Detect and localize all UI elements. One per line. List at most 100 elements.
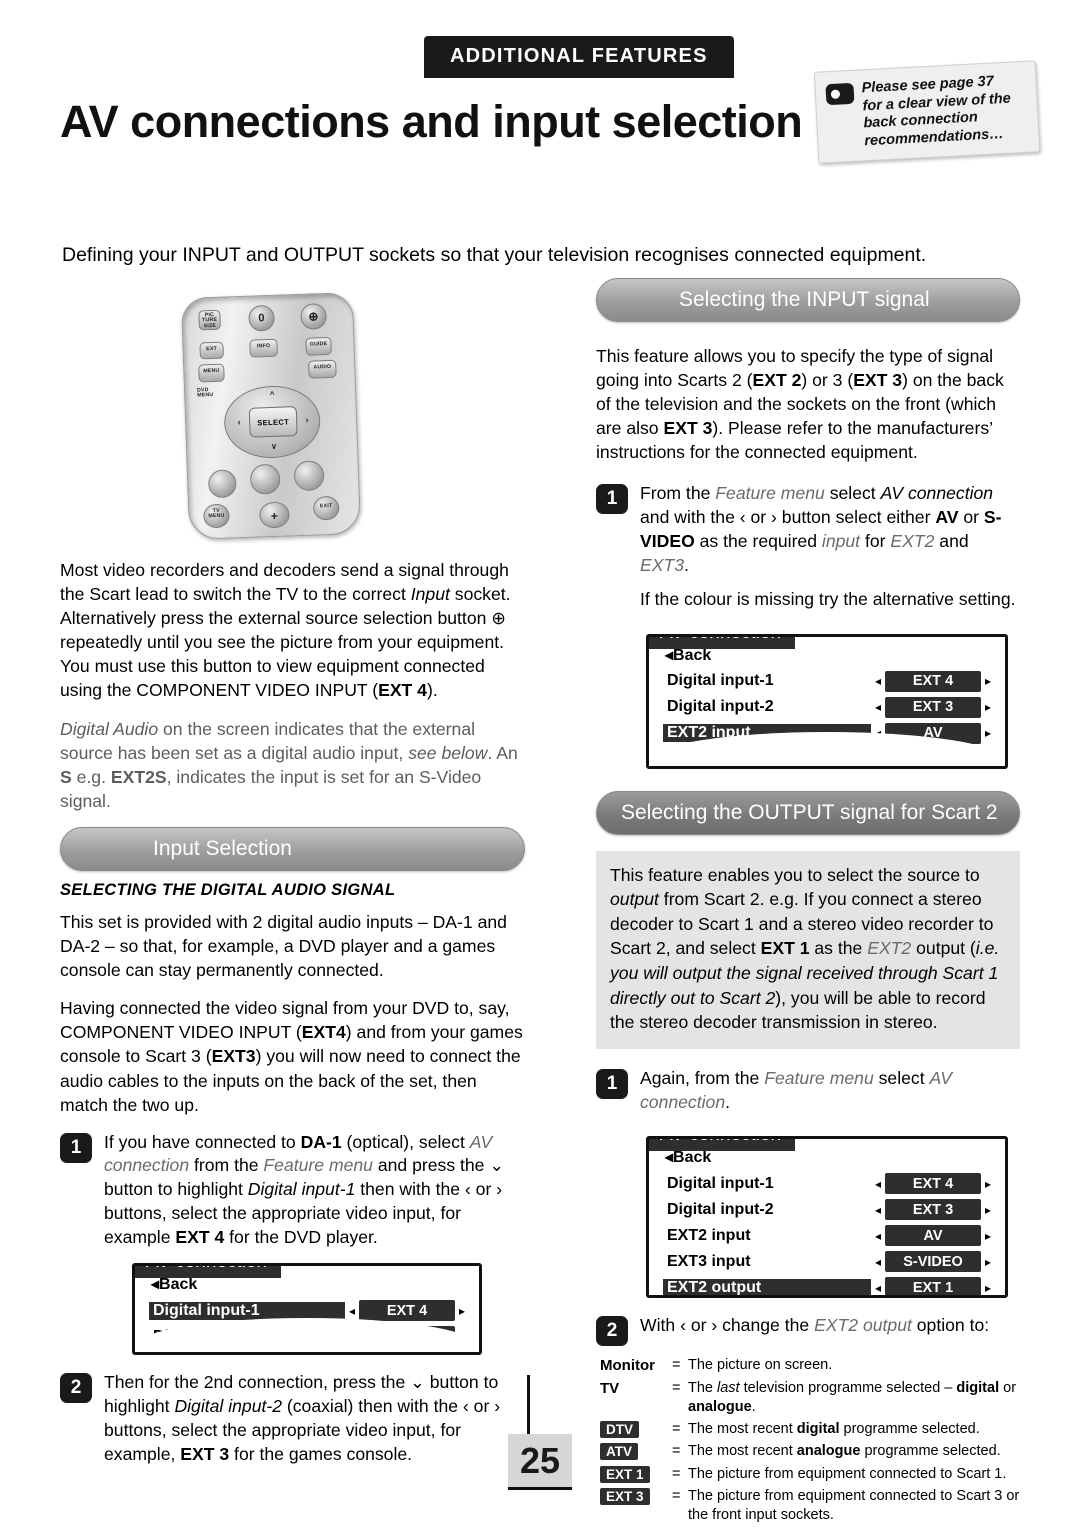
right-arrow-icon[interactable]: ▸ [981,1229,995,1243]
left-paragraph-2: Digital Audio on the screen indicates th… [60,718,518,811]
remote-label-picture-size: PIC TURE SIZE [202,311,218,330]
right-arrow-icon[interactable]: ▸ [455,1304,469,1318]
osd-menu-output-row-2[interactable]: EXT2 input ◂ AV ▸ [663,1224,995,1247]
left-arrow-icon[interactable]: ◂ [871,1281,885,1295]
option-name-1: TV [600,1379,620,1397]
osd-menu-output-row-0-label: Digital input-1 [667,1174,774,1192]
osd-menu-left-row-0[interactable]: Digital input-1 ◂ EXT 4 ▸ [149,1299,469,1322]
table-row: EXT 3 = The picture from equipment conne… [600,1487,1020,1525]
remote-label-zero: 0 [258,312,265,325]
right-arrow-icon[interactable]: ▸ [981,674,995,688]
right-arrow-icon[interactable]: ▸ [981,1203,995,1217]
left-arrow-icon[interactable]: ◂ [871,700,885,714]
left-paragraph-4: Having connected the video signal from y… [60,998,523,1115]
section-header-input-signal: Selecting the INPUT signal [596,278,1020,322]
equals-sign: = [672,1420,681,1437]
remote-button-r1 [207,469,237,499]
remote-label-plus: + [270,508,279,524]
left-arrow-icon[interactable]: ◂ [871,1229,885,1243]
remote-button-select: SELECT [248,406,298,438]
remote-label-info: INFO [256,342,271,350]
right-note-1: If the colour is missing try the alterna… [640,589,1016,610]
left-arrow-icon[interactable]: ◂ [345,1304,359,1318]
osd-menu-input-row-0-value: EXT 4 [885,670,981,692]
osd-menu-input: AV connection ◂Back Digital input-1 ◂ EX… [646,633,1008,769]
section-header-output-signal: Selecting the OUTPUT signal for Scart 2 [596,790,1020,835]
left-step-1-number: 1 [60,1132,92,1163]
left-arrow-icon[interactable]: ◂ [871,1255,885,1269]
right-arrow-icon[interactable]: ▸ [981,1281,995,1295]
option-desc-5: The picture from equipment connected to … [688,1488,1020,1523]
osd-menu-input-row-1[interactable]: Digital input-2 ◂ EXT 3 ▸ [663,696,995,719]
left-paragraph-3: This set is provided with 2 digital audi… [60,911,507,981]
right-step-3-number: 2 [596,1316,628,1347]
osd-menu-output-row-4[interactable]: EXT2 output ◂ EXT 1 ▸ [663,1276,995,1296]
remote-icon-source: ⊕ [308,309,319,324]
remote-body: PIC TURE SIZE 0 ⊕ EXT INFO GUIDE MENU AUDI… [180,292,362,540]
osd-menu-output-row-0[interactable]: Digital input-1 ◂ EXT 4 ▸ [663,1172,995,1195]
osd-menu-input-row-0[interactable]: Digital input-1 ◂ EXT 4 ▸ [663,670,995,693]
left-step-2-text: Then for the 2nd connection, press the ⌄… [104,1372,501,1464]
left-arrow-icon[interactable]: ◂ [871,1203,885,1217]
right-paragraph-1: This feature allows you to specify the t… [596,346,1004,463]
left-arrow-icon[interactable]: ◂ [871,1177,885,1191]
osd-menu-left-row-0-value: EXT 4 [359,1300,455,1322]
osd-menu-output-row-2-value: AV [885,1225,981,1247]
option-name-3: ATV [600,1442,672,1462]
equals-sign: = [672,1465,681,1482]
right-arrow-icon[interactable]: ▸ [981,1255,995,1269]
left-arrow-icon[interactable]: ◂ [871,674,885,688]
remote-control-illustration: PIC TURE SIZE 0 ⊕ EXT INFO GUIDE MENU AUDI… [180,292,362,540]
table-row: Monitor = The picture on screen. [600,1356,1020,1376]
osd-menu-output-row-3[interactable]: EXT3 input ◂ S-VIDEO ▸ [663,1250,995,1273]
right-step-3: 2 With ‹ or › change the EXT2 output opt… [596,1314,1020,1347]
osd-menu-output-row-1-value: EXT 3 [885,1199,981,1221]
option-desc-0: The picture on screen. [688,1357,833,1374]
remote-button-r3 [293,460,325,492]
table-row: TV = The last television programme selec… [600,1379,1020,1417]
remote-label-guide: GUIDE [309,340,328,348]
osd-menu-input-row-1-label: Digital input-2 [667,698,774,716]
right-arrow-icon[interactable]: ▸ [981,700,995,714]
remote-label-dvd-menu: DVD MENU [196,387,214,400]
equals-sign: = [672,1443,681,1460]
right-step-3-text: With ‹ or › change the EXT2 output optio… [640,1315,990,1336]
equals-sign: = [672,1357,681,1374]
osd-menu-output-row-1-label: Digital input-2 [667,1200,774,1218]
osd-menu-left-row-2-value: AV [359,1352,455,1355]
osd-menu-output-row-4-label: EXT2 output [663,1278,871,1296]
option-desc-2: The most recent digital programme select… [688,1420,980,1437]
osd-menu-input-row-1-value: EXT 3 [885,696,981,718]
section-header-input-signal-label: Selecting the INPUT signal [679,288,930,311]
remote-button-r2 [249,463,281,495]
remote-label-tv-menu: TV MENU [208,507,225,520]
osd-menu-left: AV connection ◂Back Digital input-1 ◂ EX… [132,1263,482,1356]
osd-menu-output-row-0-value: EXT 4 [885,1173,981,1195]
option-desc-1: The last television programme selected –… [688,1379,1017,1415]
right-arrow-icon[interactable]: ▸ [981,726,995,740]
left-paragraph-1: Most video recorders and decoders send a… [60,560,511,701]
equals-sign: = [672,1488,681,1505]
remote-label-audio: AUDIO [313,363,332,371]
remote-label-exit: EXIT [319,502,333,510]
page: ADDITIONAL FEATURES AV connections and i… [0,0,1080,1525]
section-header-output-signal-label: Selecting the OUTPUT signal for Scart 2 [621,800,998,824]
right-step-2-text: Again, from the Feature menu select AV c… [640,1067,952,1112]
osd-menu-left-title: AV connection [135,1266,282,1279]
remote-label-menu: MENU [203,367,220,375]
left-step-1: 1 If you have connected to DA-1 (optical… [60,1131,525,1250]
page-title: AV connections and input selection [60,96,803,147]
osd-menu-input-row-0-label: Digital input-1 [667,672,774,690]
option-name-4: EXT 1 [600,1465,672,1485]
osd-menu-output-row-3-label: EXT3 input [667,1252,751,1270]
osd-menu-output-title: AV connection [649,1139,796,1152]
right-arrow-icon[interactable]: ▸ [981,1177,995,1191]
tv-icon [825,82,855,106]
osd-menu-output-row-1[interactable]: Digital input-2 ◂ EXT 3 ▸ [663,1198,995,1221]
right-step-1: 1 From the Feature menu select AV connec… [596,482,1020,577]
osd-menu-left-row-2-label: EXT2 input [149,1354,345,1356]
left-subheading: SELECTING THE DIGITAL AUDIO SIGNAL [60,880,396,899]
right-step-2: 1 Again, from the Feature menu select AV… [596,1067,1020,1115]
right-paragraph-2: This feature enables you to select the s… [596,850,1020,1049]
osd-menu-left-row-0-label: Digital input-1 [149,1301,345,1320]
